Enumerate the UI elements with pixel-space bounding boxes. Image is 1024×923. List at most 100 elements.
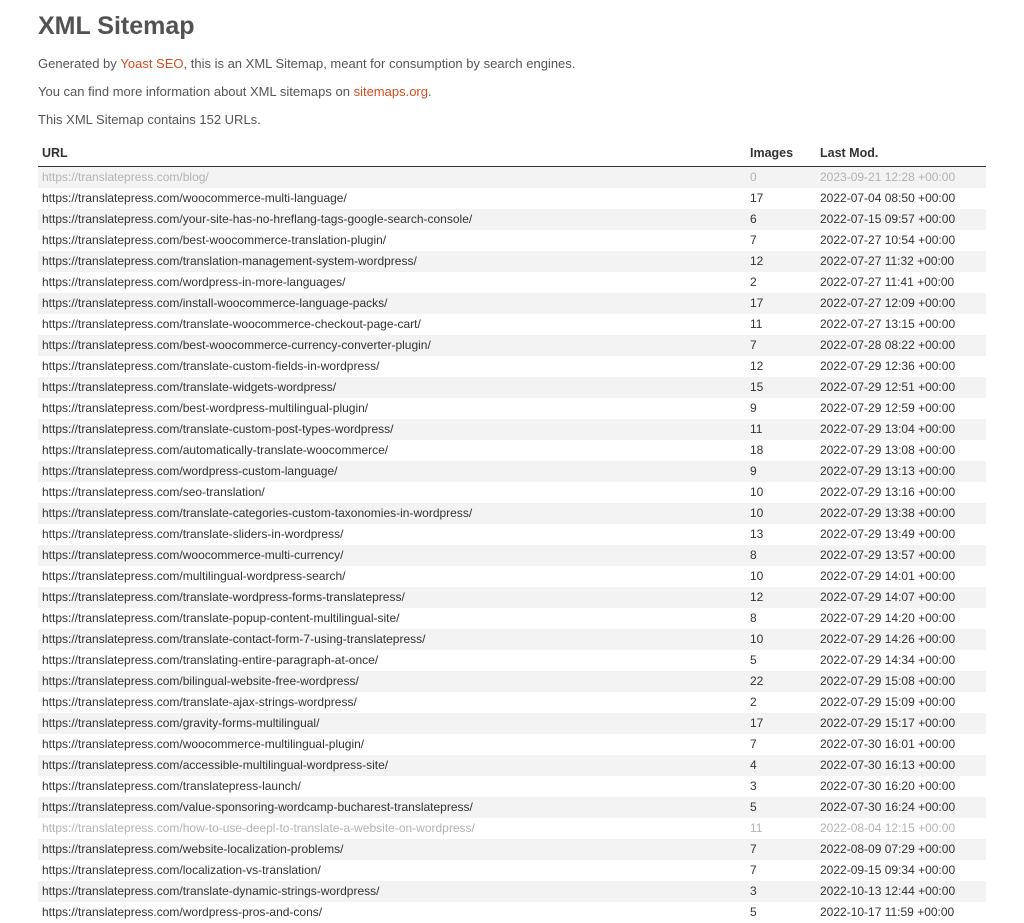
sitemap-table: URL Images Last Mod. https://translatepr…	[38, 140, 986, 923]
last-modified: 2022-07-30 16:01 +00:00	[816, 734, 986, 755]
sitemap-url-link[interactable]: https://translatepress.com/accessible-mu…	[42, 758, 388, 772]
sitemap-url-link[interactable]: https://translatepress.com/blog/	[42, 170, 209, 184]
last-modified: 2022-07-29 13:57 +00:00	[816, 545, 986, 566]
images-count: 9	[746, 461, 816, 482]
images-count: 2	[746, 272, 816, 293]
sitemap-url-link[interactable]: https://translatepress.com/translate-aja…	[42, 695, 357, 709]
images-count: 11	[746, 419, 816, 440]
yoast-seo-link[interactable]: Yoast SEO	[120, 56, 183, 71]
images-count: 5	[746, 797, 816, 818]
sitemap-url-link[interactable]: https://translatepress.com/translate-pop…	[42, 611, 400, 625]
last-modified: 2022-07-29 14:26 +00:00	[816, 629, 986, 650]
sitemap-url-link[interactable]: https://translatepress.com/your-site-has…	[42, 212, 472, 226]
last-modified: 2022-07-27 11:32 +00:00	[816, 251, 986, 272]
table-row: https://translatepress.com/translate-cus…	[38, 356, 986, 377]
table-row: https://translatepress.com/wordpress-cus…	[38, 461, 986, 482]
sitemap-url-link[interactable]: https://translatepress.com/wordpress-pro…	[42, 905, 322, 919]
last-modified: 2022-07-29 13:49 +00:00	[816, 524, 986, 545]
sitemap-url-link[interactable]: https://translatepress.com/translate-sli…	[42, 527, 343, 541]
images-count: 2	[746, 692, 816, 713]
sitemap-url-link[interactable]: https://translatepress.com/translation-m…	[42, 254, 417, 268]
sitemap-url-link[interactable]: https://translatepress.com/how-to-use-de…	[42, 821, 475, 835]
sitemap-url-link[interactable]: https://translatepress.com/translate-con…	[42, 632, 425, 646]
sitemap-url-link[interactable]: https://translatepress.com/woocommerce-m…	[42, 548, 343, 562]
last-modified: 2022-07-27 11:41 +00:00	[816, 272, 986, 293]
table-row: https://translatepress.com/woocommerce-m…	[38, 188, 986, 209]
sitemap-url-link[interactable]: https://translatepress.com/translate-cus…	[42, 359, 379, 373]
images-count: 10	[746, 503, 816, 524]
sitemap-url-link[interactable]: https://translatepress.com/translate-wor…	[42, 590, 405, 604]
last-modified: 2022-07-29 15:08 +00:00	[816, 671, 986, 692]
sitemap-url-link[interactable]: https://translatepress.com/bilingual-web…	[42, 674, 359, 688]
last-modified: 2023-09-21 12:28 +00:00	[816, 166, 986, 188]
last-modified: 2022-07-30 16:13 +00:00	[816, 755, 986, 776]
images-count: 10	[746, 566, 816, 587]
last-modified: 2022-07-30 16:20 +00:00	[816, 776, 986, 797]
sitemap-url-link[interactable]: https://translatepress.com/woocommerce-m…	[42, 191, 347, 205]
last-modified: 2022-08-09 07:29 +00:00	[816, 839, 986, 860]
last-modified: 2022-07-29 12:51 +00:00	[816, 377, 986, 398]
images-count: 13	[746, 524, 816, 545]
images-count: 5	[746, 650, 816, 671]
images-count: 3	[746, 881, 816, 902]
last-modified: 2022-07-29 12:36 +00:00	[816, 356, 986, 377]
sitemap-url-link[interactable]: https://translatepress.com/website-local…	[42, 842, 343, 856]
column-header-lastmod: Last Mod.	[816, 140, 986, 167]
table-row: https://translatepress.com/automatically…	[38, 440, 986, 461]
sitemap-url-link[interactable]: https://translatepress.com/wordpress-cus…	[42, 464, 337, 478]
sitemap-url-link[interactable]: https://translatepress.com/automatically…	[42, 443, 388, 457]
sitemap-url-link[interactable]: https://translatepress.com/wordpress-in-…	[42, 275, 345, 289]
sitemap-url-link[interactable]: https://translatepress.com/translating-e…	[42, 653, 378, 667]
sitemap-url-link[interactable]: https://translatepress.com/translate-dyn…	[42, 884, 379, 898]
column-header-images: Images	[746, 140, 816, 167]
sitemap-url-link[interactable]: https://translatepress.com/translatepres…	[42, 779, 301, 793]
images-count: 17	[746, 293, 816, 314]
sitemap-url-link[interactable]: https://translatepress.com/best-woocomme…	[42, 338, 431, 352]
sitemap-url-link[interactable]: https://translatepress.com/woocommerce-m…	[42, 737, 364, 751]
page-title: XML Sitemap	[38, 12, 986, 41]
sitemap-url-link[interactable]: https://translatepress.com/translate-wid…	[42, 380, 336, 394]
table-row: https://translatepress.com/translate-cat…	[38, 503, 986, 524]
sitemaps-org-link[interactable]: sitemaps.org	[354, 84, 428, 99]
sitemap-url-link[interactable]: https://translatepress.com/seo-translati…	[42, 485, 265, 499]
table-row: https://translatepress.com/translate-wor…	[38, 587, 986, 608]
images-count: 12	[746, 356, 816, 377]
sitemap-url-link[interactable]: https://translatepress.com/translate-cus…	[42, 422, 393, 436]
last-modified: 2022-10-17 11:59 +00:00	[816, 902, 986, 923]
table-row: https://translatepress.com/your-site-has…	[38, 209, 986, 230]
table-row: https://translatepress.com/wordpress-in-…	[38, 272, 986, 293]
table-row: https://translatepress.com/install-wooco…	[38, 293, 986, 314]
sitemap-url-link[interactable]: https://translatepress.com/translate-woo…	[42, 317, 421, 331]
images-count: 8	[746, 608, 816, 629]
intro2-prefix: You can find more information about XML …	[38, 84, 354, 99]
table-row: https://translatepress.com/website-local…	[38, 839, 986, 860]
images-count: 6	[746, 209, 816, 230]
table-row: https://translatepress.com/wordpress-pro…	[38, 902, 986, 923]
images-count: 7	[746, 230, 816, 251]
last-modified: 2022-07-29 15:17 +00:00	[816, 713, 986, 734]
images-count: 3	[746, 776, 816, 797]
sitemap-url-link[interactable]: https://translatepress.com/value-sponsor…	[42, 800, 473, 814]
images-count: 11	[746, 314, 816, 335]
table-row: https://translatepress.com/translate-cus…	[38, 419, 986, 440]
sitemap-url-link[interactable]: https://translatepress.com/translate-cat…	[42, 506, 472, 520]
images-count: 4	[746, 755, 816, 776]
table-row: https://translatepress.com/translating-e…	[38, 650, 986, 671]
sitemap-url-link[interactable]: https://translatepress.com/best-wordpres…	[42, 401, 368, 415]
sitemap-url-link[interactable]: https://translatepress.com/best-woocomme…	[42, 233, 386, 247]
images-count: 18	[746, 440, 816, 461]
images-count: 17	[746, 713, 816, 734]
last-modified: 2022-07-29 14:20 +00:00	[816, 608, 986, 629]
sitemap-url-link[interactable]: https://translatepress.com/install-wooco…	[42, 296, 387, 310]
table-row: https://translatepress.com/accessible-mu…	[38, 755, 986, 776]
images-count: 5	[746, 902, 816, 923]
table-row: https://translatepress.com/value-sponsor…	[38, 797, 986, 818]
last-modified: 2022-07-29 14:01 +00:00	[816, 566, 986, 587]
sitemap-url-link[interactable]: https://translatepress.com/localization-…	[42, 863, 321, 877]
table-row: https://translatepress.com/best-woocomme…	[38, 230, 986, 251]
table-row: https://translatepress.com/best-woocomme…	[38, 335, 986, 356]
sitemap-url-link[interactable]: https://translatepress.com/gravity-forms…	[42, 716, 319, 730]
images-count: 17	[746, 188, 816, 209]
sitemap-url-link[interactable]: https://translatepress.com/multilingual-…	[42, 569, 345, 583]
table-row: https://translatepress.com/localization-…	[38, 860, 986, 881]
